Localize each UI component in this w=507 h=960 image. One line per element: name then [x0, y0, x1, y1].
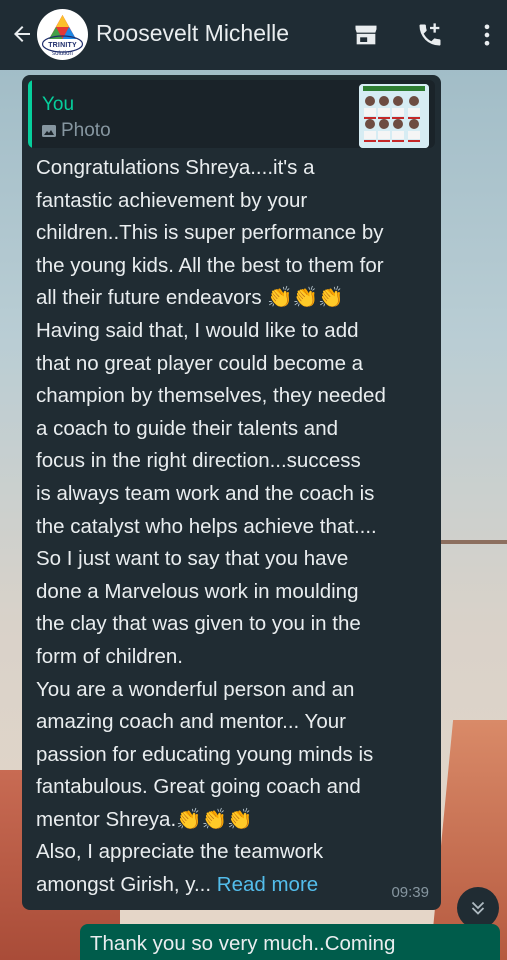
chat-header: TRINITY solution Roosevelt Michelle — [0, 0, 507, 70]
message-line: the young kids. All the best to them for — [36, 253, 384, 277]
message-line: a coach to guide their talents and — [36, 416, 339, 440]
quote-author: You — [42, 94, 75, 115]
double-chevron-down-icon — [471, 901, 485, 915]
photo-thumbnail[interactable] — [359, 84, 429, 148]
add-call-icon[interactable] — [416, 21, 444, 49]
avatar[interactable]: TRINITY solution — [37, 9, 88, 60]
message-last-line: amongst Girish, y... Read more — [36, 869, 434, 902]
message-line: Having said that, I would like to add — [36, 318, 359, 342]
photo-icon — [42, 125, 56, 137]
quote-kind: Photo — [42, 120, 111, 142]
message-timestamp: 09:39 — [391, 884, 429, 901]
message-line: You are a wonderful person and an — [36, 677, 355, 701]
outgoing-message-text: Thank you so very much..Coming — [90, 932, 396, 955]
message-line: focus in the right direction...success — [36, 449, 361, 473]
outgoing-message-bubble[interactable]: Thank you so very much..Coming — [80, 924, 500, 960]
quote-accent-bar — [28, 80, 32, 148]
more-vert-icon[interactable] — [473, 21, 501, 49]
message-line: children..This is super performance by — [36, 221, 384, 245]
team-photo-icon — [359, 84, 429, 148]
scroll-to-bottom-button[interactable] — [457, 887, 499, 929]
quoted-reply[interactable]: You Photo — [28, 80, 435, 148]
message-truncated-text: amongst Girish, y... — [36, 873, 217, 897]
message-line: the catalyst who helps achieve that.... — [36, 514, 377, 538]
message-line: So I just want to say that you have — [36, 547, 349, 571]
contact-name[interactable]: Roosevelt Michelle — [96, 20, 289, 47]
message-line: amazing coach and mentor... Your — [36, 710, 346, 734]
incoming-message-bubble[interactable]: You Photo Congratulations Shreya....it's… — [22, 75, 441, 910]
message-line: Also, I appreciate the teamwork — [36, 840, 324, 864]
message-line: passion for educating young minds is — [36, 742, 374, 766]
quote-kind-label: Photo — [61, 120, 111, 141]
avatar-text: TRINITY — [48, 42, 77, 49]
back-arrow-icon[interactable] — [10, 22, 34, 46]
message-line: Congratulations Shreya....it's a — [36, 156, 315, 179]
message-line: form of children. — [36, 644, 183, 668]
shop-icon[interactable] — [352, 21, 380, 49]
read-more-link[interactable]: Read more — [217, 873, 318, 896]
message-line: fantastic achievement by your — [36, 188, 308, 212]
message-line: that no great player could become a — [36, 351, 364, 375]
message-text: Congratulations Shreya....it's a fantasti… — [36, 152, 434, 902]
message-line: all their future endeavors 👏👏👏 — [36, 286, 344, 310]
avatar-subtext: solution — [52, 51, 73, 57]
message-line: fantabulous. Great going coach and — [36, 775, 361, 799]
message-line: is always team work and the coach is — [36, 481, 375, 505]
message-line: mentor Shreya.👏👏👏 — [36, 807, 253, 831]
message-line: champion by themselves, they needed — [36, 384, 386, 408]
message-line: the clay that was given to you in the — [36, 612, 361, 636]
background-rail — [430, 540, 507, 544]
message-line: done a Marvelous work in moulding — [36, 579, 359, 603]
